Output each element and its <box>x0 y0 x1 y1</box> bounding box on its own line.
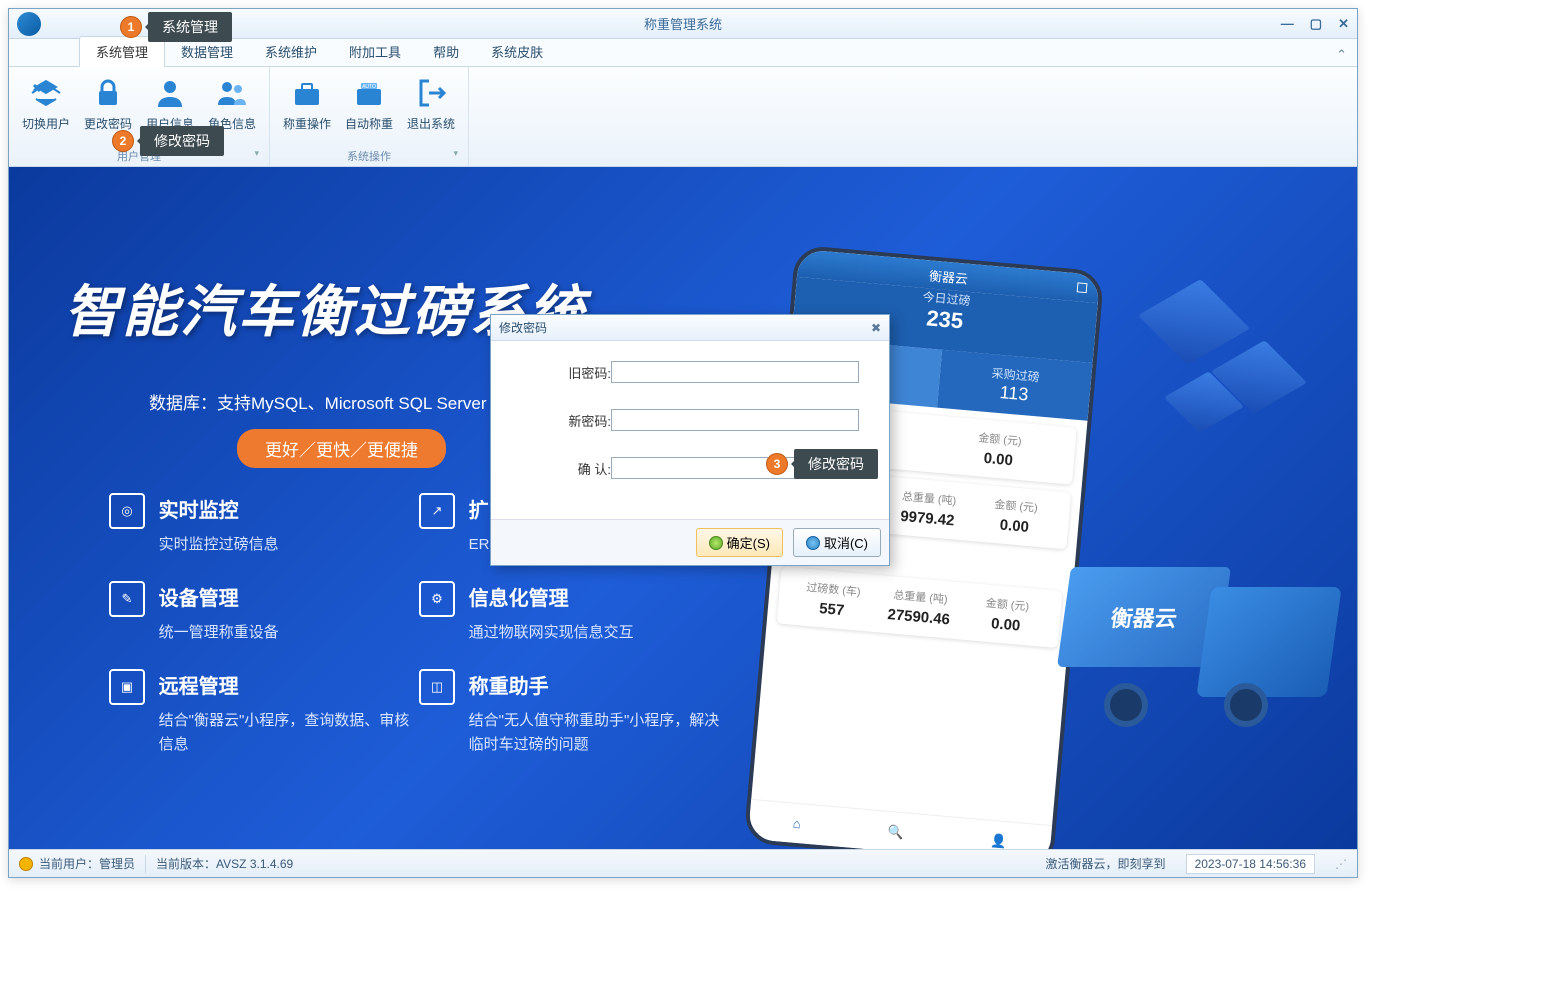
menu-bar: 系统管理 数据管理 系统维护 附加工具 帮助 系统皮肤 ⌃ <box>9 39 1357 67</box>
status-version-value: AVSZ 3.1.4.69 <box>216 857 293 871</box>
weigh-operate-button[interactable]: 称重操作 <box>280 71 334 146</box>
lock-icon <box>90 75 126 111</box>
status-user-label: 当前用户： <box>39 855 99 872</box>
user-icon: 👤 <box>990 832 1008 849</box>
change-password-dialog: 修改密码 ✖ 旧密码: 新密码: 确 认: 确定(S) 取消(C) <box>490 314 890 566</box>
truck-graphic: 衡器云 <box>1064 557 1334 757</box>
dialog-title: 修改密码 <box>499 319 547 336</box>
search-icon: 🔍 <box>887 823 905 840</box>
callout-label-3: 修改密码 <box>794 449 878 479</box>
tab-help[interactable]: 帮助 <box>417 37 475 66</box>
users-icon <box>214 75 250 111</box>
exit-icon <box>413 75 449 111</box>
menu-collapse-icon[interactable]: ⌃ <box>1336 47 1347 63</box>
briefcase-icon <box>289 75 325 111</box>
exit-system-button[interactable]: 退出系统 <box>404 71 458 146</box>
ribbon-group-system: 称重操作 AUTO 自动称重 退出系统 系统操作 <box>270 67 469 166</box>
new-password-label: 新密码: <box>521 411 611 430</box>
user-status-icon <box>19 857 33 871</box>
callout-label-1: 系统管理 <box>148 12 232 42</box>
status-activate-link[interactable]: 激活衡器云，即刻享到 <box>1046 855 1166 872</box>
minimize-button[interactable]: — <box>1281 16 1294 32</box>
callout-3: 3 修改密码 <box>766 449 878 479</box>
resize-grip-icon[interactable]: ⋰ <box>1335 857 1347 871</box>
callout-number-3: 3 <box>766 453 788 475</box>
status-bar: 当前用户： 管理员 当前版本： AVSZ 3.1.4.69 激活衡器云，即刻享到… <box>9 849 1357 877</box>
svg-text:AUTO: AUTO <box>362 84 376 90</box>
old-password-input[interactable] <box>611 361 859 383</box>
app-logo-icon <box>17 12 41 36</box>
dialog-ok-button[interactable]: 确定(S) <box>696 528 783 557</box>
callout-1: 1 系统管理 <box>120 12 232 42</box>
maximize-button[interactable]: ▢ <box>1310 16 1322 32</box>
ribbon-group-system-label: 系统操作 <box>280 146 458 166</box>
monitor-icon: ▣ <box>109 669 145 705</box>
tab-extra-tools[interactable]: 附加工具 <box>333 37 417 66</box>
feature-extend: ↗ 扩ER <box>419 493 489 557</box>
dialog-cancel-button[interactable]: 取消(C) <box>793 528 881 557</box>
old-password-label: 旧密码: <box>521 363 611 382</box>
phone-kpi-right: 采购过磅113 <box>937 350 1092 421</box>
callout-label-2: 修改密码 <box>140 126 224 156</box>
phone-card-3: 过磅数 (车)总重量 (吨)金额 (元) 55727590.460.00 <box>777 567 1063 648</box>
status-user-value: 管理员 <box>99 855 135 872</box>
hero-subtitle: 数据库：支持MySQL、Microsoft SQL Server <box>149 389 487 414</box>
cancel-icon <box>806 536 820 550</box>
expand-icon: ↗ <box>419 493 455 529</box>
hero-pill: 更好／更快／更便捷 <box>237 429 446 468</box>
phone-nav: ⌂ 🔍 👤 <box>748 799 1052 849</box>
gear-icon: ⚙ <box>419 581 455 617</box>
tab-system-skin[interactable]: 系统皮肤 <box>475 37 559 66</box>
check-icon <box>709 536 723 550</box>
battery-icon <box>1077 282 1088 293</box>
user-icon <box>152 75 188 111</box>
window-title: 称重管理系统 <box>644 14 722 33</box>
feature-realtime: ◎ 实时监控实时监控过磅信息 <box>109 493 279 557</box>
tab-system-maintenance[interactable]: 系统维护 <box>249 37 333 66</box>
auto-weigh-button[interactable]: AUTO 自动称重 <box>342 71 396 146</box>
camera-icon: ◎ <box>109 493 145 529</box>
decorative-blocks <box>1119 227 1357 487</box>
new-password-input[interactable] <box>611 409 859 431</box>
wrench-icon: ✎ <box>109 581 145 617</box>
feature-device: ✎ 设备管理统一管理称重设备 <box>109 581 279 645</box>
dialog-title-bar[interactable]: 修改密码 ✖ <box>491 315 889 341</box>
status-version-label: 当前版本： <box>156 855 216 872</box>
feature-info: ⚙ 信息化管理通过物联网实现信息交互 <box>419 581 634 645</box>
home-icon: ⌂ <box>792 816 801 832</box>
switch-user-button[interactable]: 切换用户 <box>19 71 73 146</box>
close-button[interactable]: ✕ <box>1338 16 1349 32</box>
confirm-password-label: 确 认: <box>521 459 611 478</box>
scale-icon: ◫ <box>419 669 455 705</box>
switch-user-icon <box>28 75 64 111</box>
callout-number-2: 2 <box>112 130 134 152</box>
feature-assistant: ◫ 称重助手结合"无人值守称重助手"小程序，解决临时车过磅的问题 <box>419 669 729 757</box>
feature-remote: ▣ 远程管理结合"衡器云"小程序，查询数据、审核信息 <box>109 669 419 757</box>
dialog-close-button[interactable]: ✖ <box>871 321 881 335</box>
auto-icon: AUTO <box>351 75 387 111</box>
status-datetime: 2023-07-18 14:56:36 <box>1186 854 1315 874</box>
callout-number-1: 1 <box>120 16 142 38</box>
callout-2: 2 修改密码 <box>112 126 224 156</box>
